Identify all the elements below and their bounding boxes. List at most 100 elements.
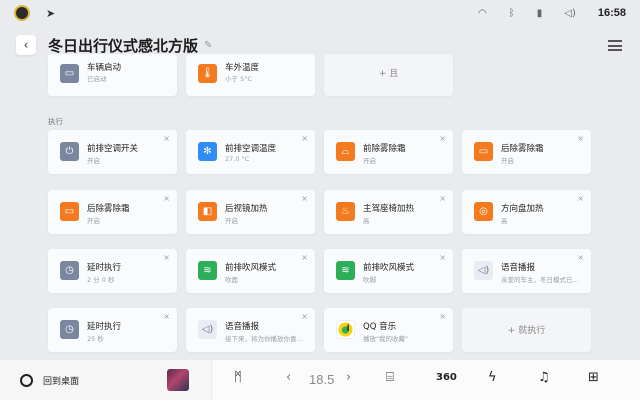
edit-icon[interactable]: ✎: [204, 40, 212, 51]
home-icon[interactable]: [20, 373, 33, 387]
close-icon[interactable]: ×: [439, 194, 446, 203]
close-icon[interactable]: ×: [301, 194, 308, 203]
condition-card-outside-temp[interactable]: 🌡 车外温度 小于 5°C: [186, 54, 315, 96]
card-title: 前除雾除霜: [363, 144, 406, 154]
action-card[interactable]: × ◁) 语音播报 接下来，将为你播放你喜…: [186, 308, 315, 352]
wifi-icon: ◠: [478, 7, 487, 19]
add-action-button[interactable]: + 就执行: [462, 308, 591, 352]
music-icon[interactable]: ♫: [538, 370, 550, 385]
delay-icon: ◷: [60, 261, 79, 280]
card-subtitle: 开启: [87, 157, 100, 165]
apps-grid-icon[interactable]: ⊞: [588, 370, 599, 385]
action-card[interactable]: × ≋ 前排吹风模式 吹面: [186, 249, 315, 293]
card-title: 车辆启动: [87, 63, 122, 73]
card-subtitle: 亲爱的车主，冬日模式已…: [501, 276, 579, 284]
back-button[interactable]: ‹: [16, 35, 36, 55]
action-card[interactable]: × ◷ 延时执行 2 分 0 秒: [48, 249, 177, 293]
card-title: 主驾座椅加热: [363, 204, 415, 214]
card-title: QQ 音乐: [363, 322, 397, 332]
close-icon[interactable]: ×: [163, 134, 170, 143]
volume-icon[interactable]: ◁): [564, 8, 576, 19]
card-title: 前排空调温度: [225, 144, 277, 154]
close-icon[interactable]: ×: [577, 134, 584, 143]
condition-card-vehicle-start[interactable]: ▭ 车辆启动 已启动: [48, 54, 177, 96]
card-subtitle: 小于 5°C: [225, 75, 252, 83]
bottom-dock: 回到桌面 ᛗ ‹ 18.5 › ⌸ 360 ϟ ♫ ⊞: [0, 360, 640, 400]
thermometer-icon: 🌡: [198, 64, 217, 83]
card-title: 后除雾除霜: [501, 144, 544, 154]
close-icon[interactable]: ×: [301, 134, 308, 143]
rear-defrost-icon: ▭: [474, 142, 493, 161]
close-icon[interactable]: ×: [577, 253, 584, 262]
action-card[interactable]: × ◷ 延时执行 25 秒: [48, 308, 177, 352]
airflow-icon: ≋: [336, 261, 355, 280]
seat-heat-icon: ♨: [336, 202, 355, 221]
card-subtitle: 吹面: [225, 276, 238, 284]
360-camera-icon[interactable]: 360: [436, 372, 457, 383]
close-icon[interactable]: ×: [163, 312, 170, 321]
qq-music-icon: [336, 320, 355, 339]
section-label-execute: 执行: [48, 117, 63, 126]
close-icon[interactable]: ×: [439, 253, 446, 262]
defrost-icon[interactable]: ⌸: [386, 370, 394, 385]
close-icon[interactable]: ×: [577, 194, 584, 203]
card-subtitle: 高: [501, 217, 508, 225]
close-icon[interactable]: ×: [163, 194, 170, 203]
card-subtitle: 已启动: [87, 75, 107, 83]
action-card[interactable]: × ♨ 主驾座椅加热 高: [324, 190, 453, 234]
add-condition-button[interactable]: + 且: [324, 54, 453, 96]
action-card[interactable]: × ▭ 后除雾除霜 开启: [462, 130, 591, 174]
card-subtitle: 接下来，将为你播放你喜…: [225, 335, 303, 343]
add-condition-label: + 且: [378, 69, 399, 79]
card-title: 方向盘加热: [501, 204, 544, 214]
close-icon[interactable]: ×: [301, 253, 308, 262]
voice-broadcast-icon: ◁): [198, 320, 217, 339]
filter-icon[interactable]: [608, 39, 622, 51]
charge-icon[interactable]: ϟ: [488, 370, 497, 385]
fan-icon[interactable]: ᛗ: [234, 370, 242, 385]
signal-icon: ▮: [536, 7, 543, 19]
ac-temperature-icon: ✻: [198, 142, 217, 161]
card-title: 后除雾除霜: [87, 204, 130, 214]
bluetooth-icon: ᛒ: [508, 7, 515, 19]
close-icon[interactable]: ×: [439, 312, 446, 321]
close-icon[interactable]: ×: [163, 253, 170, 262]
action-card[interactable]: × QQ 音乐 播放"我的收藏": [324, 308, 453, 352]
temp-up-icon[interactable]: ›: [346, 370, 351, 385]
mirror-heat-icon: ◧: [198, 202, 217, 221]
clock: 16:58: [597, 7, 626, 19]
card-subtitle: 开启: [225, 217, 238, 225]
action-card[interactable]: × ◎ 方向盘加热 高: [462, 190, 591, 234]
card-subtitle: 播放"我的收藏": [363, 335, 408, 343]
delay-icon: ◷: [60, 320, 79, 339]
action-card[interactable]: × ▭ 后除雾除霜 开启: [48, 190, 177, 234]
card-subtitle: 25 秒: [87, 335, 104, 343]
action-card[interactable]: × ≋ 前排吹风模式 吹脚: [324, 249, 453, 293]
close-icon[interactable]: ×: [301, 312, 308, 321]
status-bar: ➤ ◠ ᛒ ▮ ◁) 16:58: [0, 0, 640, 26]
card-title: 延时执行: [87, 322, 122, 332]
card-subtitle: 27.0 °C: [225, 155, 250, 163]
rear-defrost-icon: ▭: [60, 202, 79, 221]
action-card[interactable]: × ⌓ 前除雾除霜 开启: [324, 130, 453, 174]
power-icon: ⏻: [60, 142, 79, 161]
action-card[interactable]: × ⏻ 前排空调开关 开启: [48, 130, 177, 174]
card-subtitle: 开启: [501, 157, 514, 165]
action-card[interactable]: × ◧ 后视镜加热 开启: [186, 190, 315, 234]
album-art[interactable]: [167, 369, 189, 391]
card-subtitle: 高: [363, 217, 370, 225]
steering-heat-icon: ◎: [474, 202, 493, 221]
app-logo-icon[interactable]: [14, 5, 30, 21]
home-area: 回到桌面: [0, 360, 212, 400]
action-card[interactable]: × ✻ 前排空调温度 27.0 °C: [186, 130, 315, 174]
temp-down-icon[interactable]: ‹: [286, 370, 291, 385]
card-title: 语音播报: [225, 322, 260, 332]
card-subtitle: 吹脚: [363, 276, 376, 284]
action-card[interactable]: × ◁) 语音播报 亲爱的车主，冬日模式已…: [462, 249, 591, 293]
page-title: 冬日出行仪式感北方版: [48, 36, 199, 55]
add-action-label: + 就执行: [507, 326, 546, 336]
card-title: 前排吹风模式: [225, 263, 277, 273]
home-label[interactable]: 回到桌面: [43, 374, 79, 387]
close-icon[interactable]: ×: [439, 134, 446, 143]
navigation-arrow-icon[interactable]: ➤: [46, 7, 55, 20]
